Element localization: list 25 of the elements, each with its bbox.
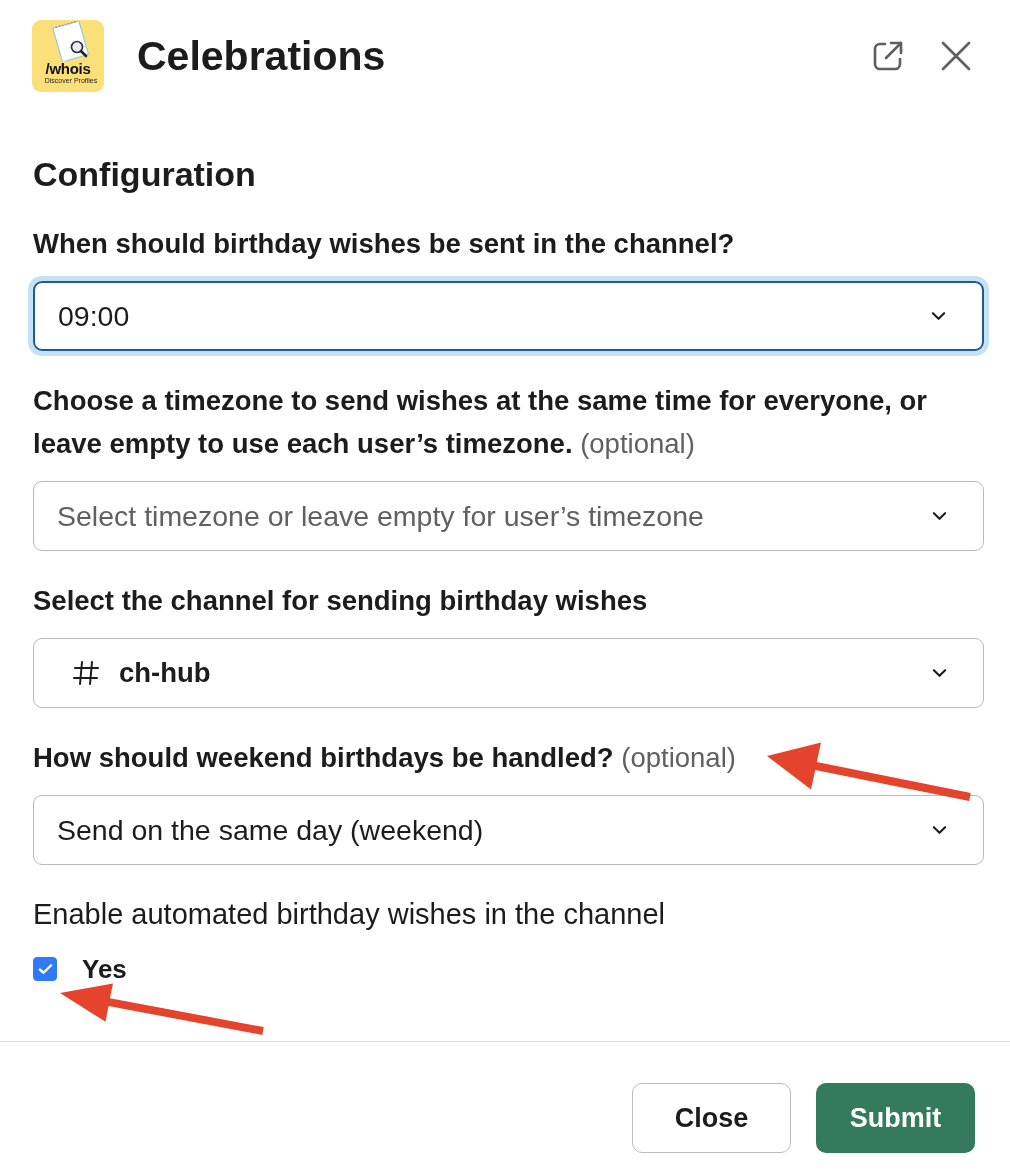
chevron-down-icon — [932, 825, 947, 835]
checkbox[interactable] — [33, 957, 57, 981]
chevron-down-icon — [932, 511, 947, 521]
external-link-icon — [872, 40, 904, 72]
logo-text: /whois — [45, 61, 91, 76]
chevron-down-icon — [931, 311, 946, 321]
field-label: How should weekend birthdays be handled? (optional) — [33, 741, 736, 775]
submit-button[interactable]: Submit — [816, 1083, 975, 1153]
checkmark-icon — [37, 963, 53, 975]
checkbox-group-label: Enable automated birthday wishes in the channel — [33, 897, 665, 932]
chevron-down-icon — [932, 668, 947, 678]
dropdown[interactable]: Select timezone or leave empty for user’s timezone — [33, 481, 984, 551]
close-button[interactable] — [940, 40, 972, 72]
open-in-window-button[interactable] — [872, 40, 904, 72]
dialog-title: Celebrations — [137, 32, 387, 80]
section-heading: Configuration — [33, 154, 257, 194]
dropdown[interactable]: Send on the same day (weekend) — [33, 795, 984, 865]
checkbox-label[interactable]: Yes — [82, 957, 127, 981]
field-label: When should birthday wishes be sent in the channel? — [33, 227, 735, 261]
close-icon — [940, 40, 972, 72]
dropdown[interactable]: ch-hub — [33, 638, 984, 708]
field-label: Choose a timezone to send wishes at the same time for everyone, or leave empty to use each user’s timezone. (optional) — [33, 384, 928, 461]
hash-icon — [73, 660, 99, 686]
field-label: Select the channel for sending birthday wishes — [33, 584, 648, 618]
close-dialog-button[interactable]: Close — [632, 1083, 791, 1153]
